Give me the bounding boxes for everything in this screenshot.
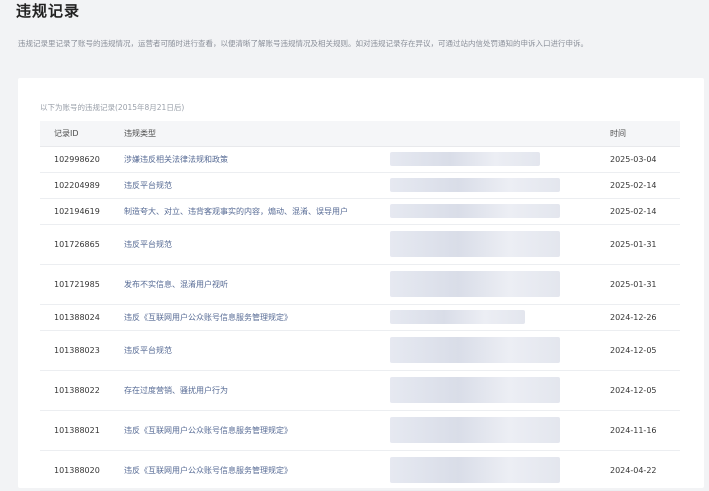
record-id: 101388022 [40,370,110,411]
record-id: 101721985 [40,264,110,305]
record-time: 2025-02-14 [596,198,680,225]
record-time: 2024-04-22 [596,450,680,491]
redacted-detail [376,224,596,265]
violation-type-link[interactable]: 违反平台规范 [110,172,376,199]
redacted-detail [376,370,596,411]
record-time: 2025-01-31 [596,224,680,265]
violation-type-link[interactable]: 违反平台规范 [110,330,376,371]
redaction-blur [390,178,560,192]
table-row: 101388023 违反平台规范 2024-12-05 [40,330,680,371]
table-row: 102998620 涉嫌违反相关法律法规和政策 2025-03-04 [40,146,680,173]
redaction-blur [390,457,560,483]
redaction-blur [390,204,560,218]
redacted-detail [376,304,596,331]
header-time: 时间 [596,121,680,147]
violation-type-link[interactable]: 违反平台规范 [110,224,376,265]
redaction-blur [390,231,560,257]
table-caption: 以下为账号的违规记录(2015年8月21日后) [40,103,185,112]
table-row: 101726865 违反平台规范 2025-01-31 [40,224,680,265]
header-violation-type: 违规类型 [110,121,376,147]
record-id: 101388020 [40,450,110,491]
record-time: 2025-01-31 [596,264,680,305]
redacted-detail [376,172,596,199]
violation-type-link[interactable]: 存在过度营销、骚扰用户行为 [110,370,376,411]
redacted-detail [376,146,596,173]
redaction-blur [390,310,525,324]
table-row: 101388020 违反《互联网用户公众账号信息服务管理规定》 2024-04-… [40,450,680,491]
page-title: 违规记录 [16,2,81,20]
table-row: 102194619 制造夸大、对立、违背客观事实的内容，煽动、混淆、误导用户 2… [40,198,680,225]
violation-type-link[interactable]: 制造夸大、对立、违背客观事实的内容，煽动、混淆、误导用户 [110,198,376,225]
header-record-id: 记录ID [40,121,110,147]
violation-type-link[interactable]: 违反《互联网用户公众账号信息服务管理规定》 [110,304,376,331]
violation-type-link[interactable]: 违反《互联网用户公众账号信息服务管理规定》 [110,410,376,451]
redacted-detail [376,198,596,225]
table-row: 101388021 违反《互联网用户公众账号信息服务管理规定》 2024-11-… [40,410,680,451]
record-id: 101388024 [40,304,110,331]
table-header-row: 记录ID 违规类型 时间 [40,121,680,147]
redaction-blur [390,271,560,297]
violation-records-table: 记录ID 违规类型 时间 102998620 涉嫌违反相关法律法规和政策 202… [40,121,680,491]
redaction-blur [390,417,560,443]
record-id: 101726865 [40,224,110,265]
redaction-blur [390,377,560,403]
redacted-detail [376,410,596,451]
violation-type-link[interactable]: 发布不实信息、混淆用户视听 [110,264,376,305]
record-time: 2024-11-16 [596,410,680,451]
record-id: 102194619 [40,198,110,225]
record-id: 101388021 [40,410,110,451]
record-time: 2024-12-05 [596,370,680,411]
redacted-detail [376,330,596,371]
violation-type-link[interactable]: 违反《互联网用户公众账号信息服务管理规定》 [110,450,376,491]
record-id: 102998620 [40,146,110,173]
table-row: 101388022 存在过度营销、骚扰用户行为 2024-12-05 [40,370,680,411]
record-id: 102204989 [40,172,110,199]
redacted-detail [376,450,596,491]
violation-type-link[interactable]: 涉嫌违反相关法律法规和政策 [110,146,376,173]
redacted-detail [376,264,596,305]
record-time: 2024-12-05 [596,330,680,371]
record-time: 2025-02-14 [596,172,680,199]
redaction-blur [390,152,540,166]
record-time: 2024-12-26 [596,304,680,331]
table-row: 101721985 发布不实信息、混淆用户视听 2025-01-31 [40,264,680,305]
redaction-blur [390,337,560,363]
record-time: 2025-03-04 [596,146,680,173]
table-row: 101388024 违反《互联网用户公众账号信息服务管理规定》 2024-12-… [40,304,680,331]
violation-records-card: 以下为账号的违规记录(2015年8月21日后) 记录ID 违规类型 时间 102… [18,78,704,491]
record-id: 101388023 [40,330,110,371]
page-description: 违规记录里记录了账号的违规情况，运营者可随时进行查看，以便清晰了解账号违规情况及… [18,39,588,48]
table-row: 102204989 违反平台规范 2025-02-14 [40,172,680,199]
header-detail [376,121,596,147]
